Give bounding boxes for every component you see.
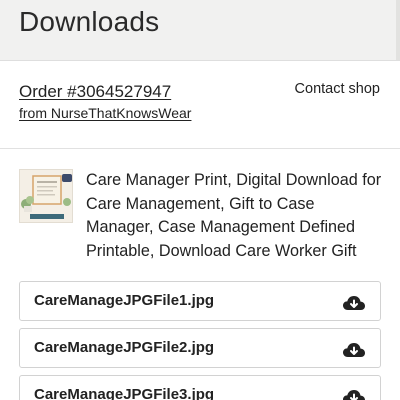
cloud-download-icon (343, 343, 365, 357)
order-header: Order #3064527947 from NurseThatKnowsWea… (0, 61, 400, 149)
order-card: Order #3064527947 from NurseThatKnowsWea… (0, 60, 400, 400)
product-thumbnail-image (20, 170, 72, 222)
product-thumbnail[interactable] (19, 169, 73, 223)
file-name: CareManageJPGFile1.jpg (34, 292, 215, 309)
download-file-button[interactable]: CareManageJPGFile2.jpg (19, 328, 381, 368)
download-file-button[interactable]: CareManageJPGFile1.jpg (19, 281, 381, 321)
contact-shop-link[interactable]: Contact shop (295, 81, 380, 97)
cloud-download-icon (343, 390, 365, 400)
file-name: CareManageJPGFile3.jpg (34, 386, 215, 400)
downloads-page: Downloads Order #3064527947 from NurseTh… (0, 0, 400, 400)
product-title[interactable]: Care Manager Print, Digital Download for… (86, 169, 386, 263)
page-title: Downloads (19, 6, 160, 37)
cloud-download-icon (343, 296, 365, 310)
order-number-link[interactable]: Order #3064527947 (19, 82, 171, 102)
file-name: CareManageJPGFile2.jpg (34, 339, 215, 356)
download-file-button[interactable]: CareManageJPGFile3.jpg (19, 375, 381, 400)
shop-name-link[interactable]: from NurseThatKnowsWear (19, 105, 191, 121)
